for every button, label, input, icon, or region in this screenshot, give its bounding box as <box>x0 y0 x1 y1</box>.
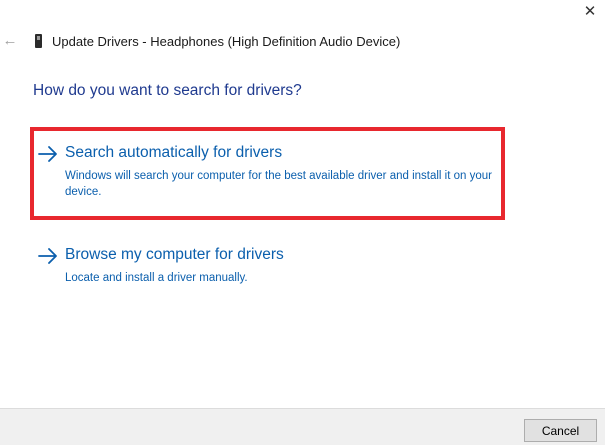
back-arrow-icon[interactable]: ← <box>2 32 18 50</box>
device-icon <box>35 34 42 48</box>
window-title: Update Drivers - Headphones (High Defini… <box>52 34 401 49</box>
arrow-right-icon <box>38 248 57 264</box>
close-icon[interactable]: ✕ <box>580 2 600 22</box>
page-heading: How do you want to search for drivers? <box>33 82 302 99</box>
option-description: Locate and install a driver manually. <box>65 272 248 284</box>
cancel-button[interactable]: Cancel <box>524 419 597 442</box>
option-title: Browse my computer for drivers <box>65 246 284 263</box>
browse-computer-option[interactable]: Browse my computer for drivers Locate an… <box>37 245 499 285</box>
dialog-footer: Cancel <box>0 408 605 445</box>
highlight-box <box>30 127 505 220</box>
